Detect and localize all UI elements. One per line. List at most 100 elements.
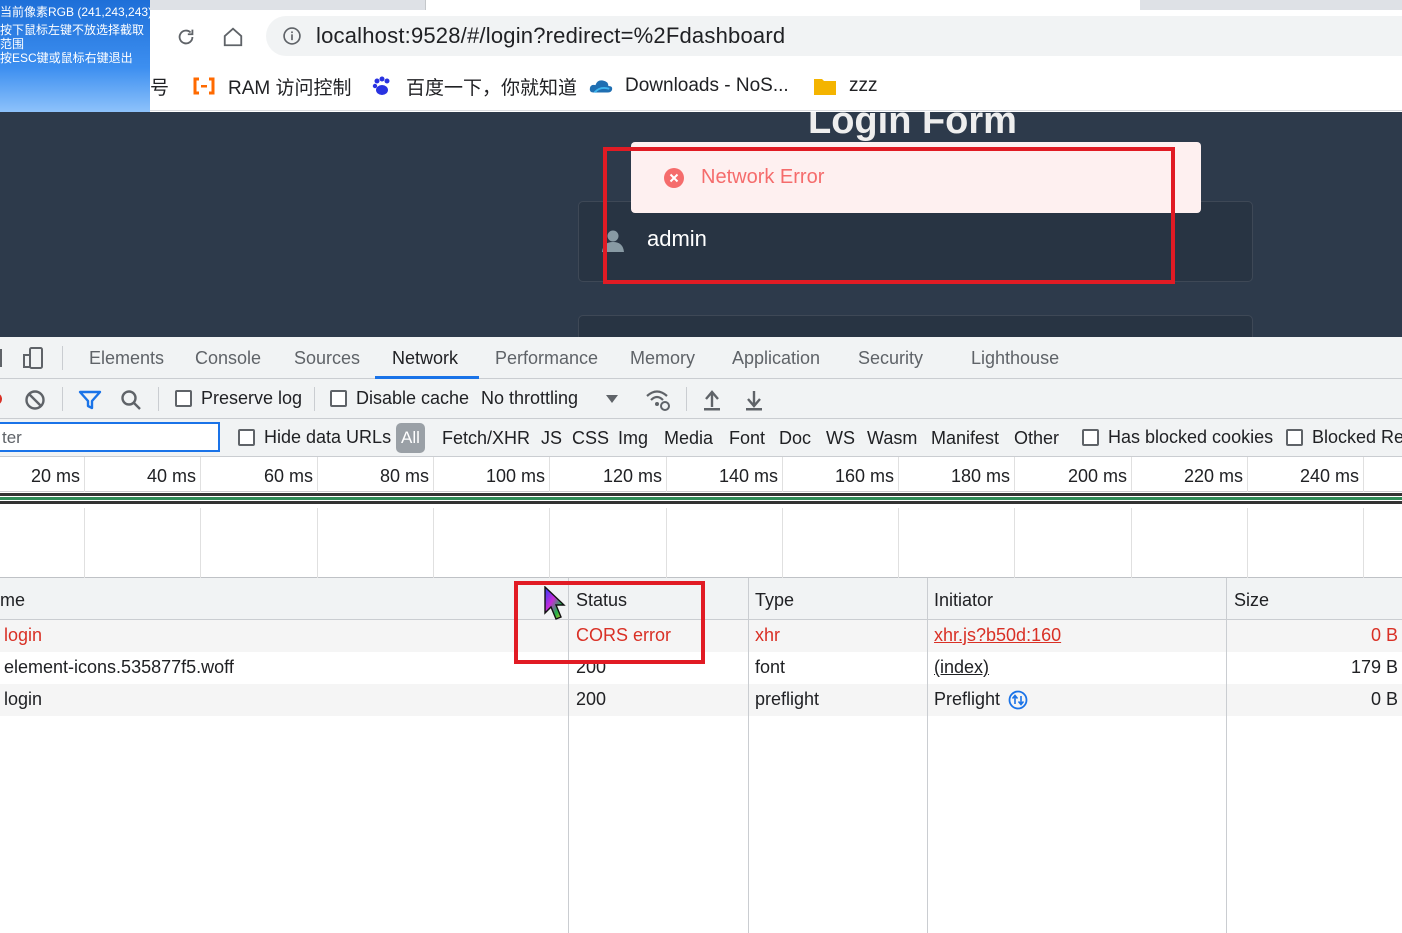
blocked-requests-checkbox[interactable]: Blocked Rec <box>1286 427 1402 448</box>
column-header-name[interactable]: me <box>0 590 25 611</box>
tab-elements[interactable]: Elements <box>89 348 164 369</box>
site-info-icon[interactable] <box>282 26 302 46</box>
device-toggle-icon[interactable] <box>22 347 44 369</box>
filter-type-css[interactable]: CSS <box>572 428 609 449</box>
tab-sources[interactable]: Sources <box>294 348 360 369</box>
tab-security[interactable]: Security <box>858 348 923 369</box>
request-name[interactable]: login <box>4 625 42 646</box>
bookmark-item-ram[interactable]: RAM 访问控制 <box>192 73 352 99</box>
timeline-gridline <box>782 457 783 492</box>
request-initiator: Preflight <box>934 689 1028 710</box>
checkbox-box[interactable] <box>330 390 347 407</box>
checkbox-box[interactable] <box>238 429 255 446</box>
bookmark-item-downloads[interactable]: Downloads - NoS... <box>589 73 789 99</box>
hide-data-urls-checkbox[interactable]: Hide data URLs <box>238 427 391 448</box>
request-initiator-link[interactable]: xhr.js?b50d:160 <box>934 625 1061 646</box>
filter-type-manifest[interactable]: Manifest <box>931 428 999 449</box>
column-header-initiator[interactable]: Initiator <box>934 590 993 611</box>
filter-type-js[interactable]: JS <box>541 428 562 449</box>
timeline-gridline <box>898 457 899 492</box>
import-har-icon[interactable] <box>702 389 722 411</box>
filter-type-font[interactable]: Font <box>729 428 765 449</box>
record-icon[interactable] <box>0 390 6 408</box>
timeline-tick-label: 100 ms <box>485 466 545 486</box>
baidu-paw-icon <box>370 75 394 97</box>
column-divider[interactable] <box>927 578 928 933</box>
table-row[interactable]: element-icons.535877f5.woff 200 font (in… <box>0 652 1402 684</box>
timeline-ruler[interactable]: 20 ms 40 ms 60 ms 80 ms 100 ms 120 ms 140 ms 16… <box>0 457 1402 492</box>
filter-type-other[interactable]: Other <box>1014 428 1059 449</box>
filter-type-ws[interactable]: WS <box>826 428 855 449</box>
request-name[interactable]: element-icons.535877f5.woff <box>4 657 234 678</box>
request-status: CORS error <box>576 625 672 645</box>
timeline-gridline <box>1131 457 1132 492</box>
tab-console[interactable]: Console <box>195 348 261 369</box>
devtools-panel: Elements Console Sources Network Perform… <box>0 337 1402 933</box>
bookmark-item-baidu[interactable]: 百度一下，你就知道 <box>370 73 577 99</box>
mouse-cursor-icon <box>544 586 566 620</box>
disable-cache-checkbox[interactable]: Disable cache <box>330 388 469 409</box>
filter-type-media[interactable]: Media <box>664 428 713 449</box>
filter-input[interactable]: ter <box>0 422 220 452</box>
username-value[interactable]: admin <box>647 226 707 252</box>
table-row[interactable]: login 200 preflight Preflight 0 B <box>0 684 1402 716</box>
timeline-tick-label: 80 ms <box>379 466 429 486</box>
request-name[interactable]: login <box>4 689 42 710</box>
timeline-tick-label: 120 ms <box>602 466 662 486</box>
bookmark-item[interactable]: 号 <box>150 73 169 99</box>
bookmark-label: Downloads - NoS... <box>625 75 789 96</box>
clear-icon[interactable] <box>24 389 46 411</box>
tab-lighthouse[interactable]: Lighthouse <box>971 348 1059 369</box>
separator <box>62 387 63 411</box>
network-conditions-icon[interactable] <box>645 388 671 412</box>
preserve-log-checkbox[interactable]: Preserve log <box>175 388 302 409</box>
filter-type-img[interactable]: Img <box>618 428 648 449</box>
tab-network[interactable]: Network <box>392 348 458 369</box>
requests-table: me Status Type Initiator Size login CORS… <box>0 578 1402 933</box>
search-icon[interactable] <box>120 389 142 411</box>
inspect-icon[interactable] <box>0 349 2 367</box>
password-field[interactable] <box>578 315 1253 337</box>
hide-data-urls-label: Hide data URLs <box>264 427 392 447</box>
request-status: 200 <box>576 689 607 709</box>
column-header-size[interactable]: Size <box>1234 590 1269 611</box>
column-header-status[interactable]: Status <box>576 590 627 611</box>
checkbox-box[interactable] <box>1082 429 1099 446</box>
address-bar[interactable]: localhost:9528/#/login?redirect=%2Fdashb… <box>266 16 1402 56</box>
timeline-tick-label: 20 ms <box>30 466 80 486</box>
filter-type-wasm[interactable]: Wasm <box>867 428 917 449</box>
timeline-overview[interactable] <box>0 508 1402 578</box>
column-divider[interactable] <box>1226 578 1227 933</box>
browser-tab[interactable] <box>425 0 780 10</box>
export-har-icon[interactable] <box>744 389 764 411</box>
browser-toolbar: localhost:9528/#/login?redirect=%2Fdashb… <box>0 10 1402 63</box>
filter-type-doc[interactable]: Doc <box>779 428 811 449</box>
tab-performance[interactable]: Performance <box>495 348 598 369</box>
throttling-value: No throttling <box>481 388 579 408</box>
browser-tab[interactable] <box>780 0 1140 10</box>
filter-type-all[interactable]: All <box>396 423 425 453</box>
column-divider[interactable] <box>568 578 569 933</box>
throttling-select[interactable]: No throttling <box>481 388 619 409</box>
bookmark-item-zzz[interactable]: zzz <box>813 73 878 99</box>
column-divider[interactable] <box>748 578 749 933</box>
column-header-type[interactable]: Type <box>755 590 794 611</box>
preflight-link-icon[interactable] <box>1008 690 1028 710</box>
checkbox-box[interactable] <box>1286 429 1303 446</box>
tab-memory[interactable]: Memory <box>630 348 695 369</box>
filter-icon[interactable] <box>78 389 102 411</box>
timeline-gridline <box>84 457 85 492</box>
timeline-tick-label: 240 ms <box>1299 466 1359 486</box>
url-text[interactable]: localhost:9528/#/login?redirect=%2Fdashb… <box>316 23 785 49</box>
has-blocked-cookies-checkbox[interactable]: Has blocked cookies <box>1082 427 1273 448</box>
timeline-gridline <box>666 457 667 492</box>
request-initiator-link[interactable]: (index) <box>934 657 989 678</box>
checkbox-box[interactable] <box>175 390 192 407</box>
home-icon[interactable] <box>220 24 246 50</box>
overview-gridline <box>782 508 783 578</box>
reload-icon[interactable] <box>173 24 199 50</box>
requests-table-header: me Status Type Initiator Size <box>0 578 1402 620</box>
filter-type-fetch-xhr[interactable]: Fetch/XHR <box>442 428 530 449</box>
table-row[interactable]: login CORS error xhr xhr.js?b50d:160 0 B <box>0 620 1402 652</box>
tab-application[interactable]: Application <box>732 348 820 369</box>
